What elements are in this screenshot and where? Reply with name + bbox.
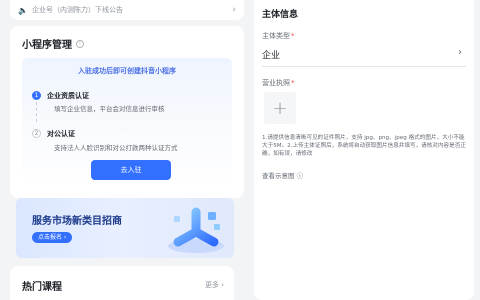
banner-signup-button[interactable]: 点击报名 › xyxy=(32,232,73,243)
plus-icon: + xyxy=(272,97,288,119)
step-2-title: 对公认证 xyxy=(47,130,75,138)
license-upload-button[interactable]: + xyxy=(264,92,296,124)
divider xyxy=(262,66,466,67)
notice-text: 企业号（内测陈力）下线公告 xyxy=(32,6,123,14)
onboarding-headline: 入驻成功后即可创建抖音小程序 xyxy=(78,67,176,75)
required-mark: * xyxy=(291,32,295,40)
upload-description: 1.请提供信息清晰可见的证件照片，支持 jpg、png、jpeg 格式的图片，大… xyxy=(262,135,466,157)
mini-program-title-text: 小程序管理 xyxy=(22,40,72,51)
subject-info-panel: 主体信息 主体类型* 企业 › 营业执照* + 1.请提供信息清晰可见的证件照片… xyxy=(254,0,474,300)
step-1-number: 1 xyxy=(32,91,41,100)
go-onboard-button[interactable]: 去入驻 xyxy=(91,160,171,180)
step-1-desc: 填写企业信息，平台会对信息进行审核 xyxy=(54,105,165,113)
step-2-desc: 支持法人人脸识别和对公打款两种认证方式 xyxy=(54,144,178,152)
view-sample-link[interactable]: 查看示意图 ⓘ xyxy=(262,170,303,180)
mini-program-title: 小程序管理 i xyxy=(22,36,84,51)
banner-title: 服务市场新类目招商 xyxy=(32,216,122,227)
service-market-banner[interactable]: 服务市场新类目招商 点击报名 › xyxy=(16,198,234,258)
speaker-icon: 🔈 xyxy=(18,5,28,15)
subject-type-select[interactable]: 企业 xyxy=(262,48,280,61)
step-1-title: 企业资质认证 xyxy=(47,92,89,100)
step-1: 1 企业资质认证 xyxy=(32,91,89,101)
step-2-number: 2 xyxy=(32,129,41,138)
info-icon[interactable]: i xyxy=(76,39,84,48)
notice-bar[interactable]: 🔈 企业号（内测陈力）下线公告 › xyxy=(10,0,244,20)
license-label: 营业执照* xyxy=(262,78,295,88)
subject-type-label-text: 主体类型 xyxy=(262,32,290,40)
more-link[interactable]: 更多 › xyxy=(205,280,224,290)
step-2: 2 对公认证 xyxy=(32,129,75,139)
required-mark: * xyxy=(291,79,295,87)
chevron-right-icon: › xyxy=(232,5,236,15)
chevron-right-icon[interactable]: › xyxy=(458,47,462,58)
blocks-illustration-icon xyxy=(168,207,224,253)
step-connector xyxy=(36,102,37,122)
hot-courses-section: 热门课程 更多 › xyxy=(10,266,234,300)
subject-type-label: 主体类型* xyxy=(262,31,295,41)
subject-info-title: 主体信息 xyxy=(262,10,299,20)
license-label-text: 营业执照 xyxy=(262,79,290,87)
hot-courses-title: 热门课程 xyxy=(22,282,62,293)
